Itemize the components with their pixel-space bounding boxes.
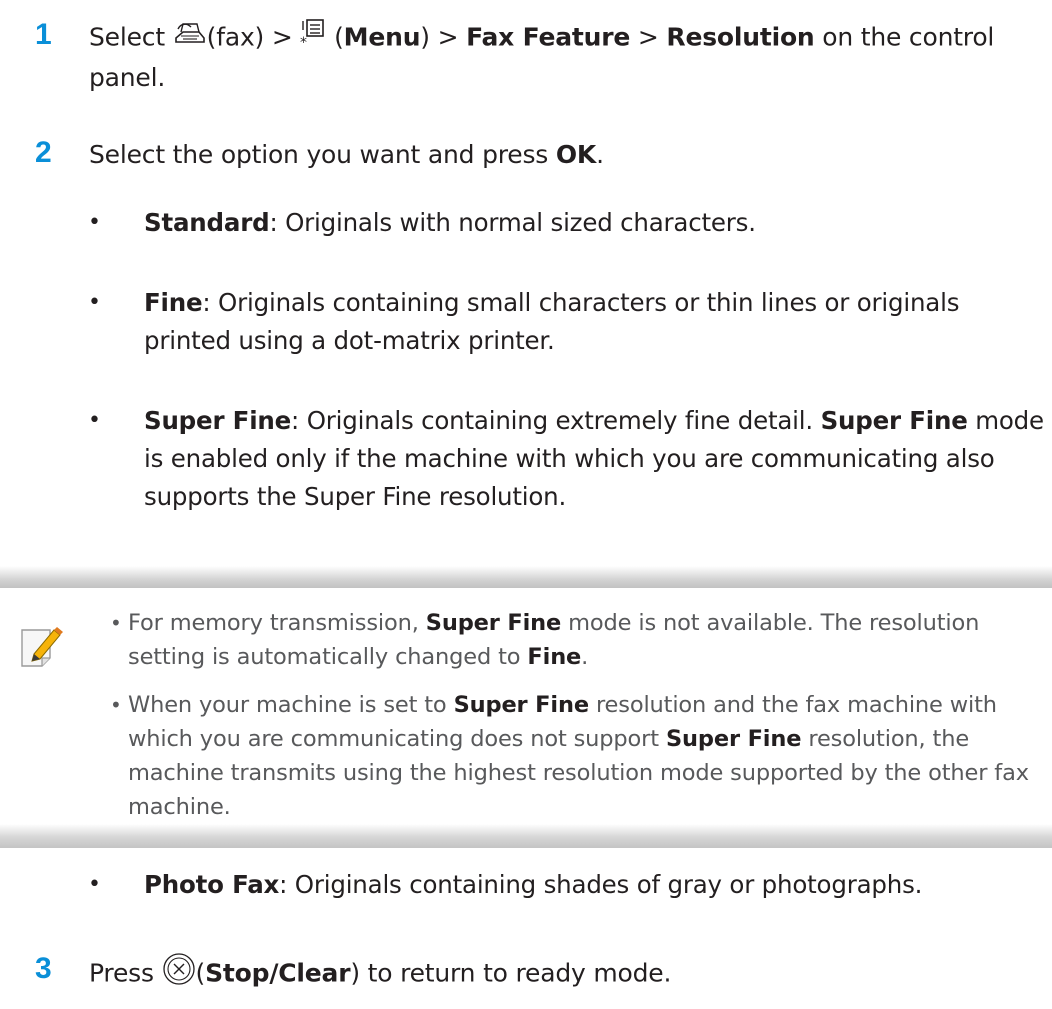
- svg-text:*: *: [300, 35, 307, 48]
- step-text: Select (fax) > * (Menu) > Fax Feature > …: [89, 18, 1039, 97]
- step-number: 3: [35, 952, 52, 985]
- step-text: Select the option you want and press OK.: [89, 140, 604, 169]
- step-text: Press (Stop/Clear) to return to ready mo…: [89, 952, 1039, 997]
- note-divider-top: [0, 566, 1052, 588]
- menu-icon: *: [300, 18, 326, 59]
- step-number: 2: [35, 136, 52, 169]
- fax-icon: [173, 20, 207, 58]
- step-number: 1: [35, 18, 52, 51]
- note-box: • For memory transmission, Super Fine mo…: [0, 566, 1052, 848]
- note-pencil-icon: [20, 626, 64, 670]
- stop-clear-icon: [162, 952, 196, 997]
- note-divider-bottom: [0, 824, 1052, 848]
